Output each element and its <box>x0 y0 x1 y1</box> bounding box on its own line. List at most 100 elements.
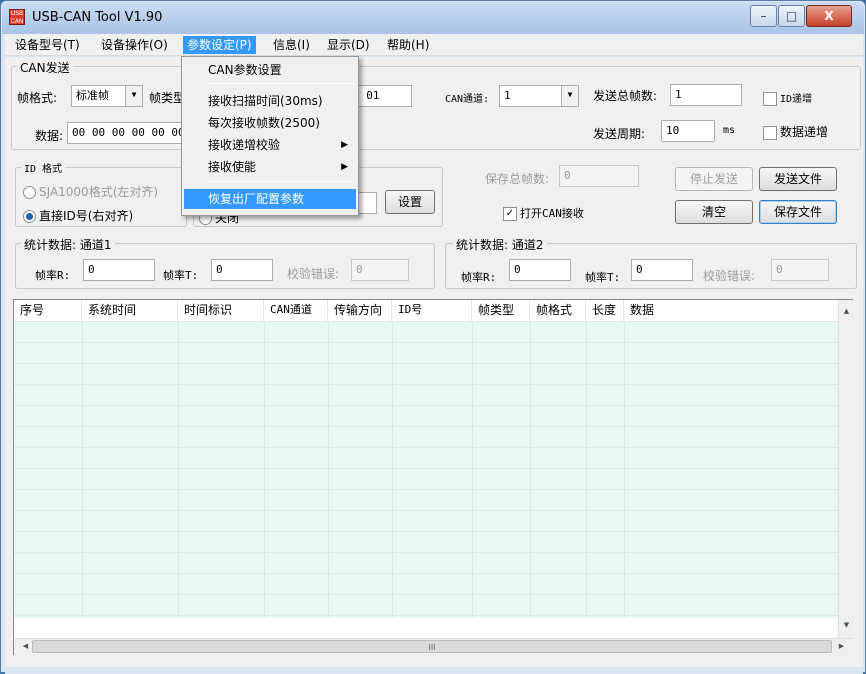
menu-separator <box>208 83 354 84</box>
table-grid-row-line <box>14 531 838 532</box>
table-header: 序号 系统时间 时间标识 CAN通道 传输方向 ID号 帧类型 帧格式 长度 数… <box>14 300 838 322</box>
period-input[interactable]: 10 <box>661 120 715 142</box>
id-increment-label: ID递增 <box>780 94 813 105</box>
sja1000-radio-circle[interactable] <box>23 186 36 199</box>
scroll-down-icon[interactable]: ▼ <box>839 618 854 633</box>
table-grid-row-line <box>14 489 838 490</box>
menu-item-receive-scan-time[interactable]: 接收扫描时间(30ms) <box>184 91 356 111</box>
stats1-rate-t-input: 0 <box>211 259 273 281</box>
horizontal-scrollbar[interactable]: ◀ III ▶ <box>14 638 853 655</box>
column-header-direction[interactable]: 传输方向 <box>328 300 392 322</box>
menu-item-receive-enable[interactable]: 接收使能 ▶ <box>184 157 356 177</box>
save-total-label: 保存总帧数: <box>485 172 550 186</box>
vertical-scrollbar[interactable]: ▲ ▼ <box>838 300 853 638</box>
menu-info[interactable]: 信息(I) <box>269 36 314 54</box>
stats1-check-err-input: 0 <box>351 259 409 281</box>
direct-id-radio-circle[interactable] <box>23 210 36 223</box>
stats2-rate-t-label: 帧率T: <box>585 271 621 284</box>
minimize-button[interactable]: – <box>750 5 777 27</box>
horizontal-scroll-thumb[interactable]: III <box>32 640 832 653</box>
table-grid-row-line <box>14 615 838 616</box>
total-frames-label: 发送总帧数: <box>593 89 658 103</box>
stats-channel1-title: 统计数据: 通道1 <box>21 236 115 253</box>
column-header-system-time[interactable]: 系统时间 <box>82 300 178 322</box>
id-increment-box[interactable] <box>763 92 777 106</box>
send-file-button[interactable]: 发送文件 <box>759 167 837 191</box>
column-header-data[interactable]: 数据 <box>624 300 838 322</box>
stats-channel2-title: 统计数据: 通道2 <box>453 236 547 253</box>
stop-send-button[interactable]: 停止发送 <box>675 167 753 191</box>
menu-bar: 设备型号(T) 设备操作(O) 参数设定(P) 信息(I) 显示(D) 帮助(H… <box>5 34 863 56</box>
sja1000-radio[interactable]: SJA1000格式(左对齐) <box>23 183 158 200</box>
chevron-down-icon[interactable]: ▼ <box>561 86 578 106</box>
column-header-id[interactable]: ID号 <box>392 300 472 322</box>
scroll-left-icon[interactable]: ◀ <box>18 639 33 654</box>
app-icon: USB CAN <box>9 9 25 25</box>
menu-parameter-settings[interactable]: 参数设定(P) <box>183 36 256 54</box>
table-grid-row-line <box>14 342 838 343</box>
frame-format-value: 标准帧 <box>76 89 109 102</box>
frame-type-label: 帧类型 <box>149 91 186 105</box>
menu-help[interactable]: 帮助(H) <box>383 36 433 54</box>
stats1-rate-r-label: 帧率R: <box>35 269 71 282</box>
menu-item-receive-increment-check-label: 接收递增校验 <box>208 138 281 152</box>
id-format-group-title: ID 格式 <box>21 160 66 175</box>
menu-item-restore-factory-settings[interactable]: 恢复出厂配置参数 <box>184 189 356 209</box>
set-button[interactable]: 设置 <box>385 190 435 214</box>
clear-button[interactable]: 清空 <box>675 200 753 224</box>
table-grid-row-line <box>14 363 838 364</box>
column-header-frame-type[interactable]: 帧类型 <box>472 300 530 322</box>
sja1000-label: SJA1000格式(左对齐) <box>39 185 159 199</box>
direct-id-label: 直接ID号(右对齐) <box>39 209 134 223</box>
data-input[interactable]: 00 00 00 00 00 00 <box>67 122 185 144</box>
data-increment-box[interactable] <box>763 125 777 140</box>
title-bar[interactable]: USB CAN USB-CAN Tool V1.90 – □ X <box>2 2 864 34</box>
data-increment-checkbox[interactable]: 数据递增 <box>763 123 828 140</box>
direct-id-radio[interactable]: 直接ID号(右对齐) <box>23 207 133 224</box>
table-body[interactable] <box>14 322 838 618</box>
stats2-rate-t-input: 0 <box>631 259 693 281</box>
maximize-button[interactable]: □ <box>778 5 805 27</box>
column-header-index[interactable]: 序号 <box>14 300 82 322</box>
frame-format-select[interactable]: 标准帧 ▼ <box>71 85 143 107</box>
table-grid-row-line <box>14 447 838 448</box>
save-file-button[interactable]: 保存文件 <box>759 200 837 224</box>
channel-select[interactable]: 1 ▼ <box>499 85 579 107</box>
menu-item-can-parameter-settings[interactable]: CAN参数设置 <box>184 60 356 80</box>
data-label: 数据: <box>35 129 64 143</box>
stats1-rate-t-label: 帧率T: <box>163 269 199 282</box>
menu-device-model[interactable]: 设备型号(T) <box>11 36 84 54</box>
column-header-length[interactable]: 长度 <box>586 300 624 322</box>
table-grid-row-line <box>14 384 838 385</box>
menu-separator <box>208 181 354 182</box>
open-can-receive-box[interactable]: ✓ <box>503 206 517 221</box>
app-window: USB CAN USB-CAN Tool V1.90 – □ X 设备型号(T)… <box>0 0 866 674</box>
message-table[interactable]: 序号 系统时间 时间标识 CAN通道 传输方向 ID号 帧类型 帧格式 长度 数… <box>13 299 853 655</box>
table-grid-row-line <box>14 405 838 406</box>
column-header-can-channel[interactable]: CAN通道 <box>264 300 328 322</box>
stats2-rate-r-label: 帧率R: <box>461 271 497 284</box>
table-grid-row-line <box>14 426 838 427</box>
close-button[interactable]: X <box>806 5 852 27</box>
stats1-rate-r-input: 0 <box>83 259 155 281</box>
menu-item-receive-increment-check[interactable]: 接收递增校验 ▶ <box>184 135 356 155</box>
menu-item-frames-per-receive[interactable]: 每次接收帧数(2500) <box>184 113 356 133</box>
chevron-down-icon[interactable]: ▼ <box>125 86 142 106</box>
open-can-receive-checkbox[interactable]: ✓ 打开CAN接收 <box>503 205 584 221</box>
id-increment-checkbox[interactable]: ID递增 <box>763 90 812 106</box>
window-title: USB-CAN Tool V1.90 <box>32 10 163 25</box>
scroll-right-icon[interactable]: ▶ <box>834 639 849 654</box>
column-header-timestamp[interactable]: 时间标识 <box>178 300 264 322</box>
scroll-up-icon[interactable]: ▲ <box>839 304 854 319</box>
total-frames-input[interactable]: 1 <box>670 84 742 106</box>
submenu-arrow-icon: ▶ <box>341 140 348 150</box>
menu-display[interactable]: 显示(D) <box>323 36 374 54</box>
table-grid-row-line <box>14 573 838 574</box>
column-header-frame-format[interactable]: 帧格式 <box>530 300 586 322</box>
open-can-receive-label: 打开CAN接收 <box>520 207 584 220</box>
menu-device-operation[interactable]: 设备操作(O) <box>97 36 172 54</box>
save-total-input[interactable]: 0 <box>559 165 639 187</box>
stats1-check-err-label: 校验错误: <box>287 267 340 281</box>
stats2-check-err-label: 校验错误: <box>703 269 756 283</box>
frame-format-label: 帧格式: <box>17 91 58 105</box>
